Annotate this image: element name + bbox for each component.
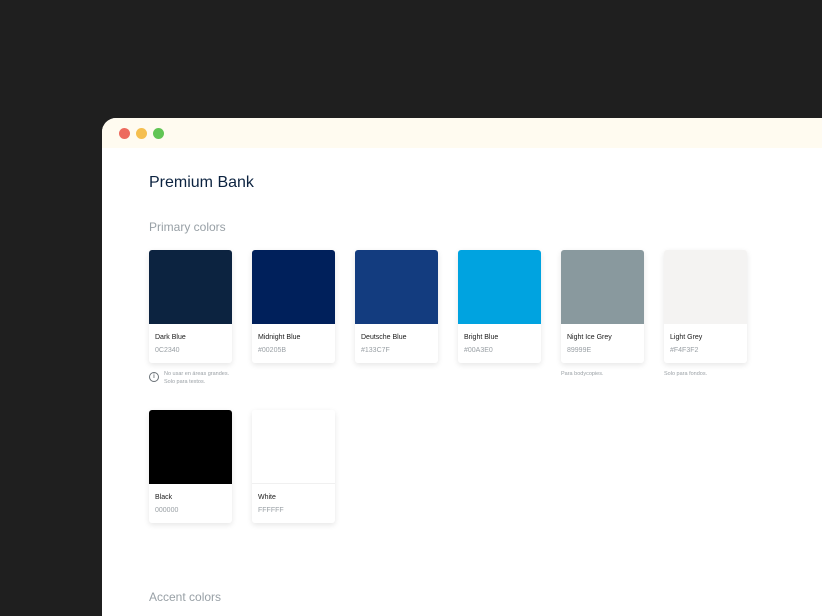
- app-window: Premium Bank Primary colors Dark Blue 0C…: [102, 118, 822, 616]
- note-line: No usar en áreas grandes.: [164, 371, 230, 377]
- swatch-name: Deutsche Blue: [361, 334, 407, 341]
- color-swatch-white[interactable]: White FFFFFF: [252, 410, 335, 523]
- color-chip: [252, 250, 335, 324]
- swatch-hex: #00A3E0: [464, 347, 493, 354]
- color-swatch-black[interactable]: Black 000000: [149, 410, 232, 523]
- swatch-hex: FFFFFF: [258, 507, 284, 514]
- swatch-hex: 000000: [155, 507, 179, 514]
- swatch-name: Bright Blue: [464, 334, 499, 341]
- maximize-button[interactable]: [153, 127, 164, 139]
- swatch-name: Black: [155, 494, 173, 501]
- color-swatch-night-ice-grey[interactable]: Night Ice Grey 89999E: [561, 250, 644, 363]
- color-chip: [561, 250, 644, 324]
- section-title-accent: Accent colors: [149, 590, 222, 604]
- close-button[interactable]: [119, 127, 130, 139]
- color-swatch-bright-blue[interactable]: Bright Blue #00A3E0: [458, 250, 541, 363]
- minimize-button[interactable]: [136, 127, 147, 139]
- swatch-hex: #F4F3F2: [670, 347, 699, 354]
- main-content: Premium Bank Primary colors Dark Blue 0C…: [102, 148, 822, 616]
- swatch-hex: 0C2340: [155, 347, 180, 354]
- title-bar: [102, 118, 822, 148]
- color-chip: [664, 250, 747, 324]
- color-swatch-midnight-blue[interactable]: Midnight Blue #00205B: [252, 250, 335, 363]
- swatch-name: Midnight Blue: [258, 334, 301, 341]
- section-title-primary: Primary colors: [149, 220, 226, 234]
- swatch-hex: #00205B: [258, 347, 287, 354]
- swatch-name: Light Grey: [670, 334, 703, 341]
- color-swatch-deutsche-blue[interactable]: Deutsche Blue #133C7F: [355, 250, 438, 363]
- swatch-hex: #133C7F: [361, 347, 390, 354]
- page-title: Premium Bank: [149, 174, 254, 191]
- color-chip: [355, 250, 438, 324]
- color-chip: [252, 410, 335, 484]
- color-swatch-dark-blue[interactable]: Dark Blue 0C2340: [149, 250, 232, 363]
- color-swatch-light-grey[interactable]: Light Grey #F4F3F2: [664, 250, 747, 363]
- color-chip: [458, 250, 541, 324]
- color-chip: [149, 410, 232, 484]
- color-chip: [149, 250, 232, 324]
- night-ice-grey-note: Para bodycopies.: [561, 371, 604, 377]
- dark-blue-note: No usar en áreas grandes. Solo para text…: [164, 371, 229, 386]
- light-grey-note: Solo para fondos.: [664, 371, 708, 377]
- swatch-name: Dark Blue: [155, 334, 186, 341]
- info-icon: i: [149, 372, 159, 382]
- swatch-hex: 89999E: [567, 347, 592, 354]
- swatch-name: Night Ice Grey: [567, 334, 612, 341]
- note-line: Solo para textos.: [164, 378, 206, 385]
- swatch-name: White: [258, 494, 276, 501]
